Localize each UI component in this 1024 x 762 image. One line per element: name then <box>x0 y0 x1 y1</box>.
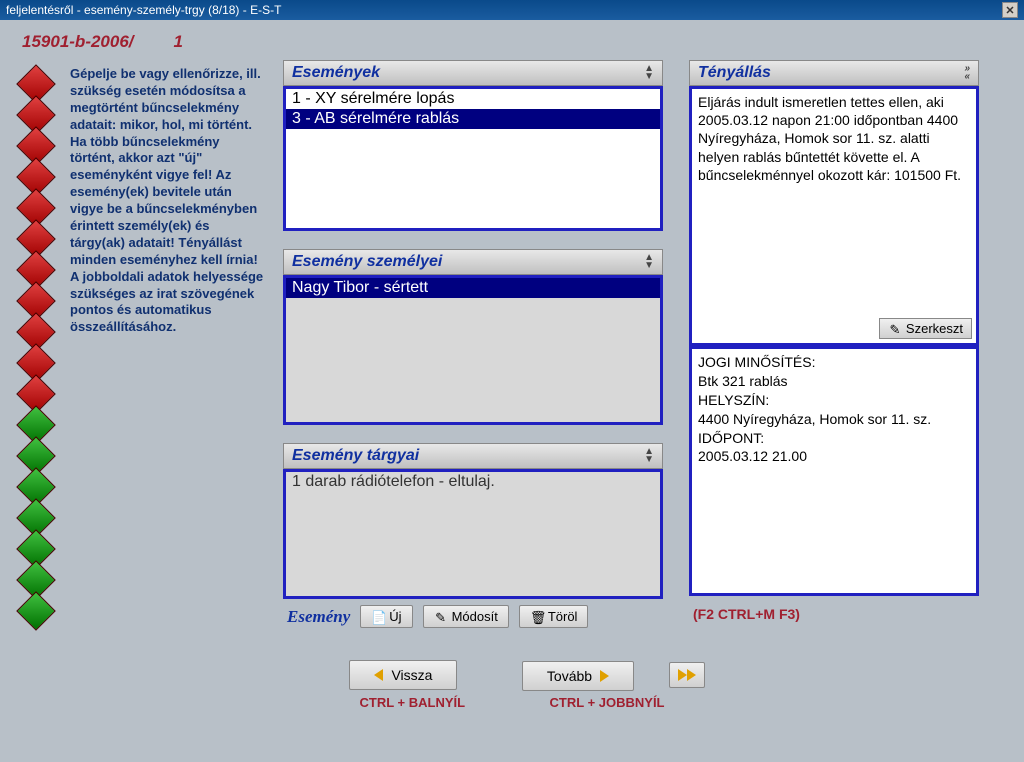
edit-facts-button[interactable]: ✎Szerkeszt <box>879 318 972 339</box>
events-list[interactable]: 1 - XY sérelmére lopás 3 - AB sérelmére … <box>283 86 663 231</box>
fast-forward-button[interactable] <box>669 662 705 688</box>
next-hint: CTRL + JOBBNYÍL <box>550 695 665 710</box>
pencil-icon: ✎ <box>888 322 902 336</box>
trash-icon: 🗑 <box>530 610 544 624</box>
scroll-icon[interactable]: ▲▼ <box>644 65 654 81</box>
back-hint: CTRL + BALNYÍL <box>360 695 466 710</box>
step-diamond[interactable] <box>16 591 56 631</box>
back-button[interactable]: Vissza <box>349 660 457 690</box>
arrow-right-icon <box>687 669 696 681</box>
facts-header: Tényállás »« <box>689 60 979 86</box>
scroll-icon[interactable]: ▲▼ <box>644 254 654 270</box>
list-item[interactable]: 1 darab rádiótelefon - eltulaj. <box>286 472 660 492</box>
edit-icon: ✎ <box>434 610 448 624</box>
new-button[interactable]: 📄Új <box>360 605 412 628</box>
event-label: Esemény <box>287 607 350 627</box>
objects-header: Esemény tárgyai ▲▼ <box>283 443 663 469</box>
nav-arrows-icon[interactable]: »« <box>964 65 970 81</box>
help-text: Gépelje be vagy ellenőrizze, ill. szüksé… <box>70 60 275 634</box>
title-bar: feljelentésről - esemény-személy-trgy (8… <box>0 0 1024 20</box>
list-item[interactable]: Nagy Tibor - sértett <box>286 278 660 298</box>
wizard-steps <box>22 60 62 634</box>
persons-header: Esemény személyei ▲▼ <box>283 249 663 275</box>
footer-nav: Vissza Tovább CTRL + BALNYÍL CTRL + JOBB… <box>0 634 1024 712</box>
facts-text: Eljárás indult ismeretlen tettes ellen, … <box>698 94 961 183</box>
list-item[interactable]: 1 - XY sérelmére lopás <box>286 89 660 109</box>
events-header: Események ▲▼ <box>283 60 663 86</box>
scroll-icon[interactable]: ▲▼ <box>644 448 654 464</box>
window-title: feljelentésről - esemény-személy-trgy (8… <box>6 3 281 17</box>
arrow-right-icon <box>600 670 609 682</box>
next-button[interactable]: Tovább <box>522 661 634 691</box>
modify-button[interactable]: ✎Módosít <box>423 605 509 628</box>
persons-list[interactable]: Nagy Tibor - sértett <box>283 275 663 425</box>
delete-button[interactable]: 🗑Töröl <box>519 605 589 628</box>
action-shortcuts: (F2 CTRL+M F3) <box>689 596 979 632</box>
arrow-right-icon <box>678 669 687 681</box>
legal-box: JOGI MINŐSÍTÉS: Btk 321 rablás HELYSZÍN:… <box>689 346 979 596</box>
case-number: 15901-b-2006/1 <box>0 20 1024 60</box>
close-icon[interactable]: ✕ <box>1002 2 1018 18</box>
objects-list[interactable]: 1 darab rádiótelefon - eltulaj. <box>283 469 663 599</box>
arrow-left-icon <box>374 669 383 681</box>
list-item[interactable]: 3 - AB sérelmére rablás <box>286 109 660 129</box>
facts-box: Eljárás indult ismeretlen tettes ellen, … <box>689 86 979 346</box>
new-icon: 📄 <box>371 610 385 624</box>
